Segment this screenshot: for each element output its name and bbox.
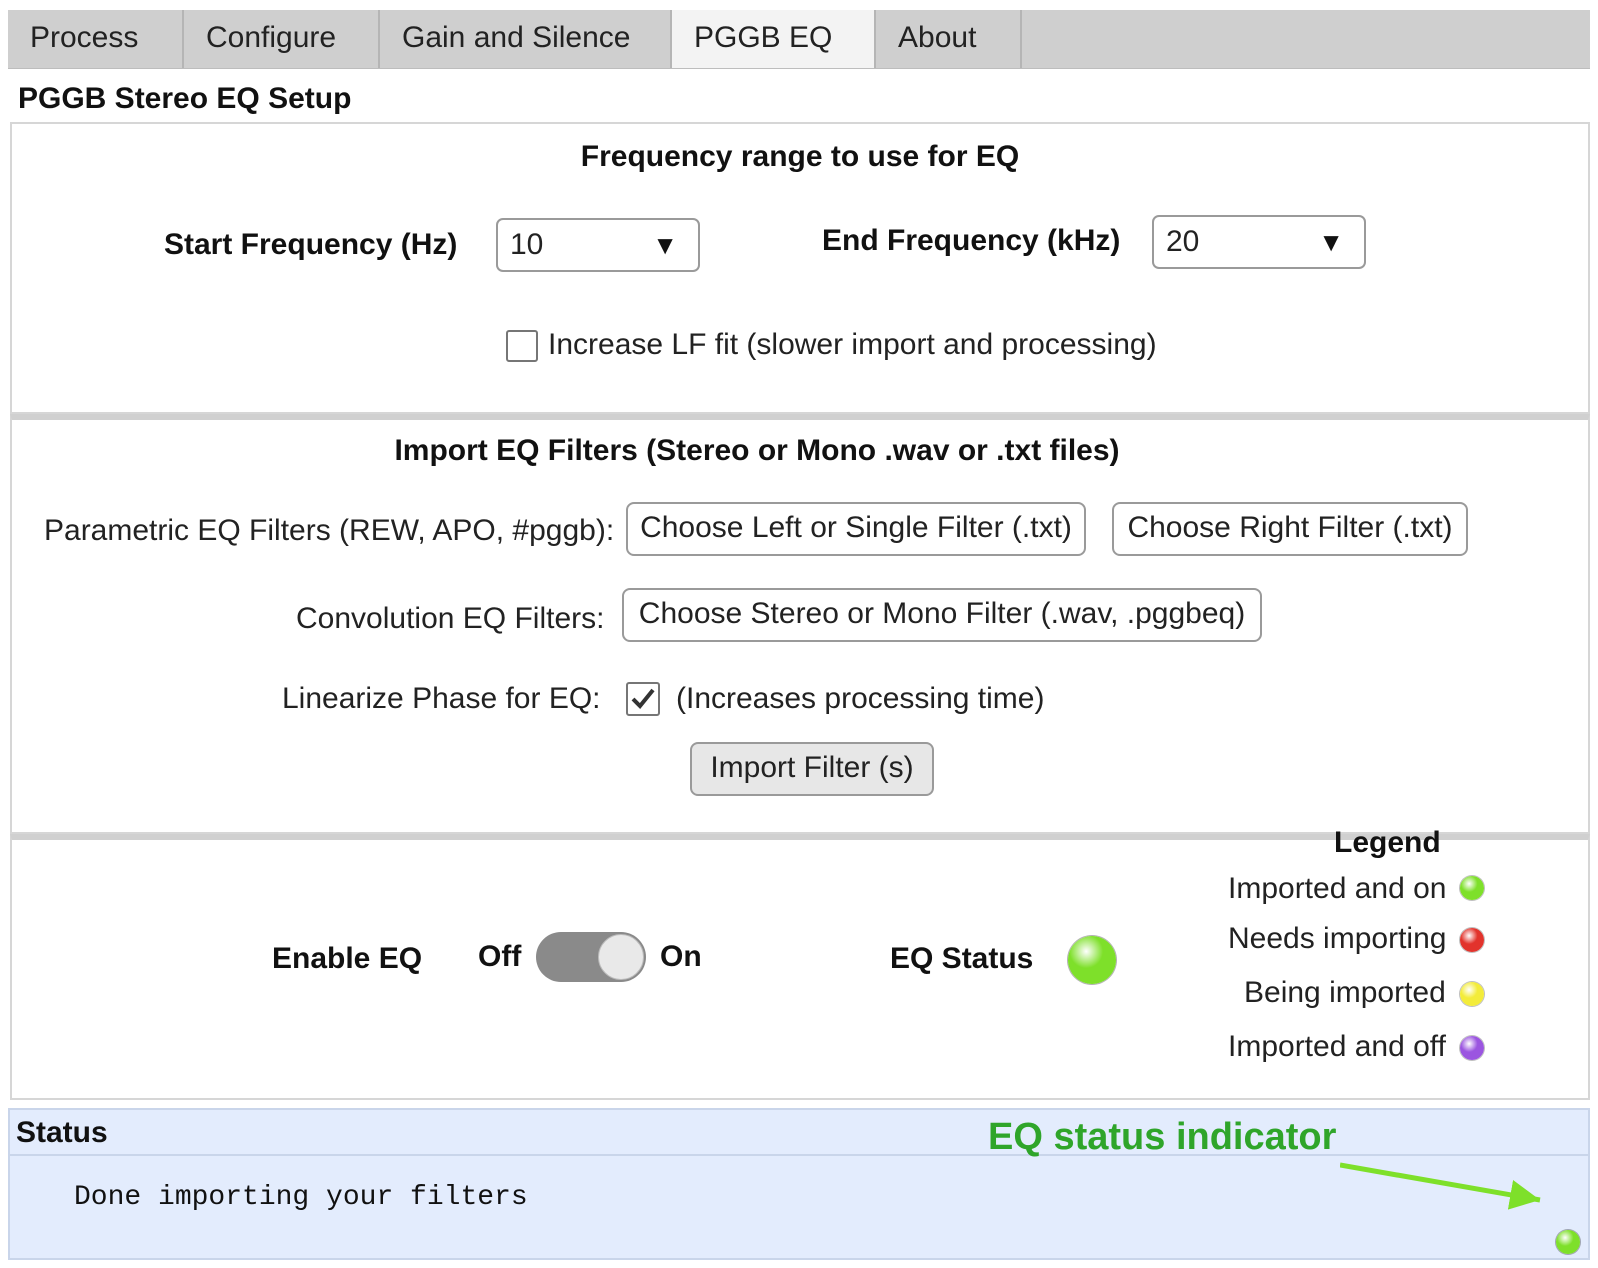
toggle-knob xyxy=(598,934,644,980)
import-filter-button[interactable]: Import Filter (s) xyxy=(690,742,934,796)
legend-dot-red xyxy=(1460,928,1484,952)
check-icon xyxy=(631,688,655,709)
start-frequency-select[interactable]: 10 ▼ xyxy=(496,218,700,272)
linearize-note: (Increases processing time) xyxy=(676,682,1045,715)
end-frequency-label: End Frequency (kHz) xyxy=(822,224,1121,257)
start-frequency-value: 10 xyxy=(510,228,544,261)
convolution-label: Convolution EQ Filters: xyxy=(296,602,605,635)
choose-right-filter-button[interactable]: Choose Right Filter (.txt) xyxy=(1112,502,1468,556)
parametric-label: Parametric EQ Filters (REW, APO, #pggb): xyxy=(44,514,615,547)
import-title: Import EQ Filters (Stereo or Mono .wav o… xyxy=(394,434,1120,467)
tab-process[interactable]: Process xyxy=(8,10,184,68)
tab-configure[interactable]: Configure xyxy=(184,10,380,68)
eq-status-label: EQ Status xyxy=(890,942,1034,975)
tab-about[interactable]: About xyxy=(876,10,1022,68)
enable-eq-toggle[interactable] xyxy=(536,932,646,982)
tab-label: About xyxy=(898,21,977,54)
end-frequency-value: 20 xyxy=(1166,225,1200,258)
tab-pggb-eq[interactable]: PGGB EQ xyxy=(672,10,876,68)
linearize-checkbox[interactable] xyxy=(626,682,660,716)
annotation-label: EQ status indicator xyxy=(988,1116,1337,1158)
legend-dot-green xyxy=(1460,876,1484,900)
tab-gain-and-silence[interactable]: Gain and Silence xyxy=(380,10,672,68)
frequency-panel: Frequency range to use for EQ Start Freq… xyxy=(10,124,1590,414)
tab-label: Gain and Silence xyxy=(402,21,631,54)
triangle-down-icon: ▼ xyxy=(1318,227,1344,257)
status-message: Done importing your filters xyxy=(74,1182,528,1213)
choose-convolution-filter-button[interactable]: Choose Stereo or Mono Filter (.wav, .pgg… xyxy=(622,588,1262,642)
tab-label: Process xyxy=(30,21,139,54)
tab-label: Configure xyxy=(206,21,337,54)
end-frequency-select[interactable]: 20 ▼ xyxy=(1152,215,1366,269)
frequency-title: Frequency range to use for EQ xyxy=(580,140,1020,173)
status-title: Status xyxy=(16,1116,108,1149)
triangle-down-icon: ▼ xyxy=(652,230,678,260)
toggle-off-label: Off xyxy=(478,940,522,973)
choose-left-filter-button[interactable]: Choose Left or Single Filter (.txt) xyxy=(626,502,1086,556)
eq-status-indicator xyxy=(1068,936,1116,984)
legend-label: Needs importing xyxy=(1228,922,1447,955)
toggle-on-label: On xyxy=(660,940,702,973)
lf-fit-checkbox[interactable] xyxy=(506,330,538,362)
legend-title: Legend xyxy=(1334,826,1441,859)
annotation-arrow xyxy=(1340,1162,1541,1210)
import-panel: Import EQ Filters (Stereo or Mono .wav o… xyxy=(10,414,1590,834)
legend-label: Imported and off xyxy=(1228,1030,1446,1063)
legend-dot-yellow xyxy=(1460,982,1484,1006)
enable-panel: Enable EQ Off On EQ Status Legend Import… xyxy=(10,826,1590,1100)
legend-label: Imported and on xyxy=(1228,872,1447,905)
lf-fit-label: Increase LF fit (slower import and proce… xyxy=(548,328,1157,361)
tab-label: PGGB EQ xyxy=(694,21,833,54)
legend-label: Being imported xyxy=(1244,976,1446,1009)
start-frequency-label: Start Frequency (Hz) xyxy=(164,228,458,261)
status-header: Status xyxy=(10,1110,1588,1156)
legend-dot-purple xyxy=(1460,1036,1484,1060)
page-title: PGGB Stereo EQ Setup xyxy=(18,82,352,115)
eq-status-mini-indicator xyxy=(1556,1230,1580,1254)
section-header: PGGB Stereo EQ Setup xyxy=(10,76,1590,124)
enable-eq-label: Enable EQ xyxy=(272,942,423,975)
linearize-label: Linearize Phase for EQ: xyxy=(282,682,601,715)
tab-bar: Process Configure Gain and Silence PGGB … xyxy=(8,10,1590,69)
